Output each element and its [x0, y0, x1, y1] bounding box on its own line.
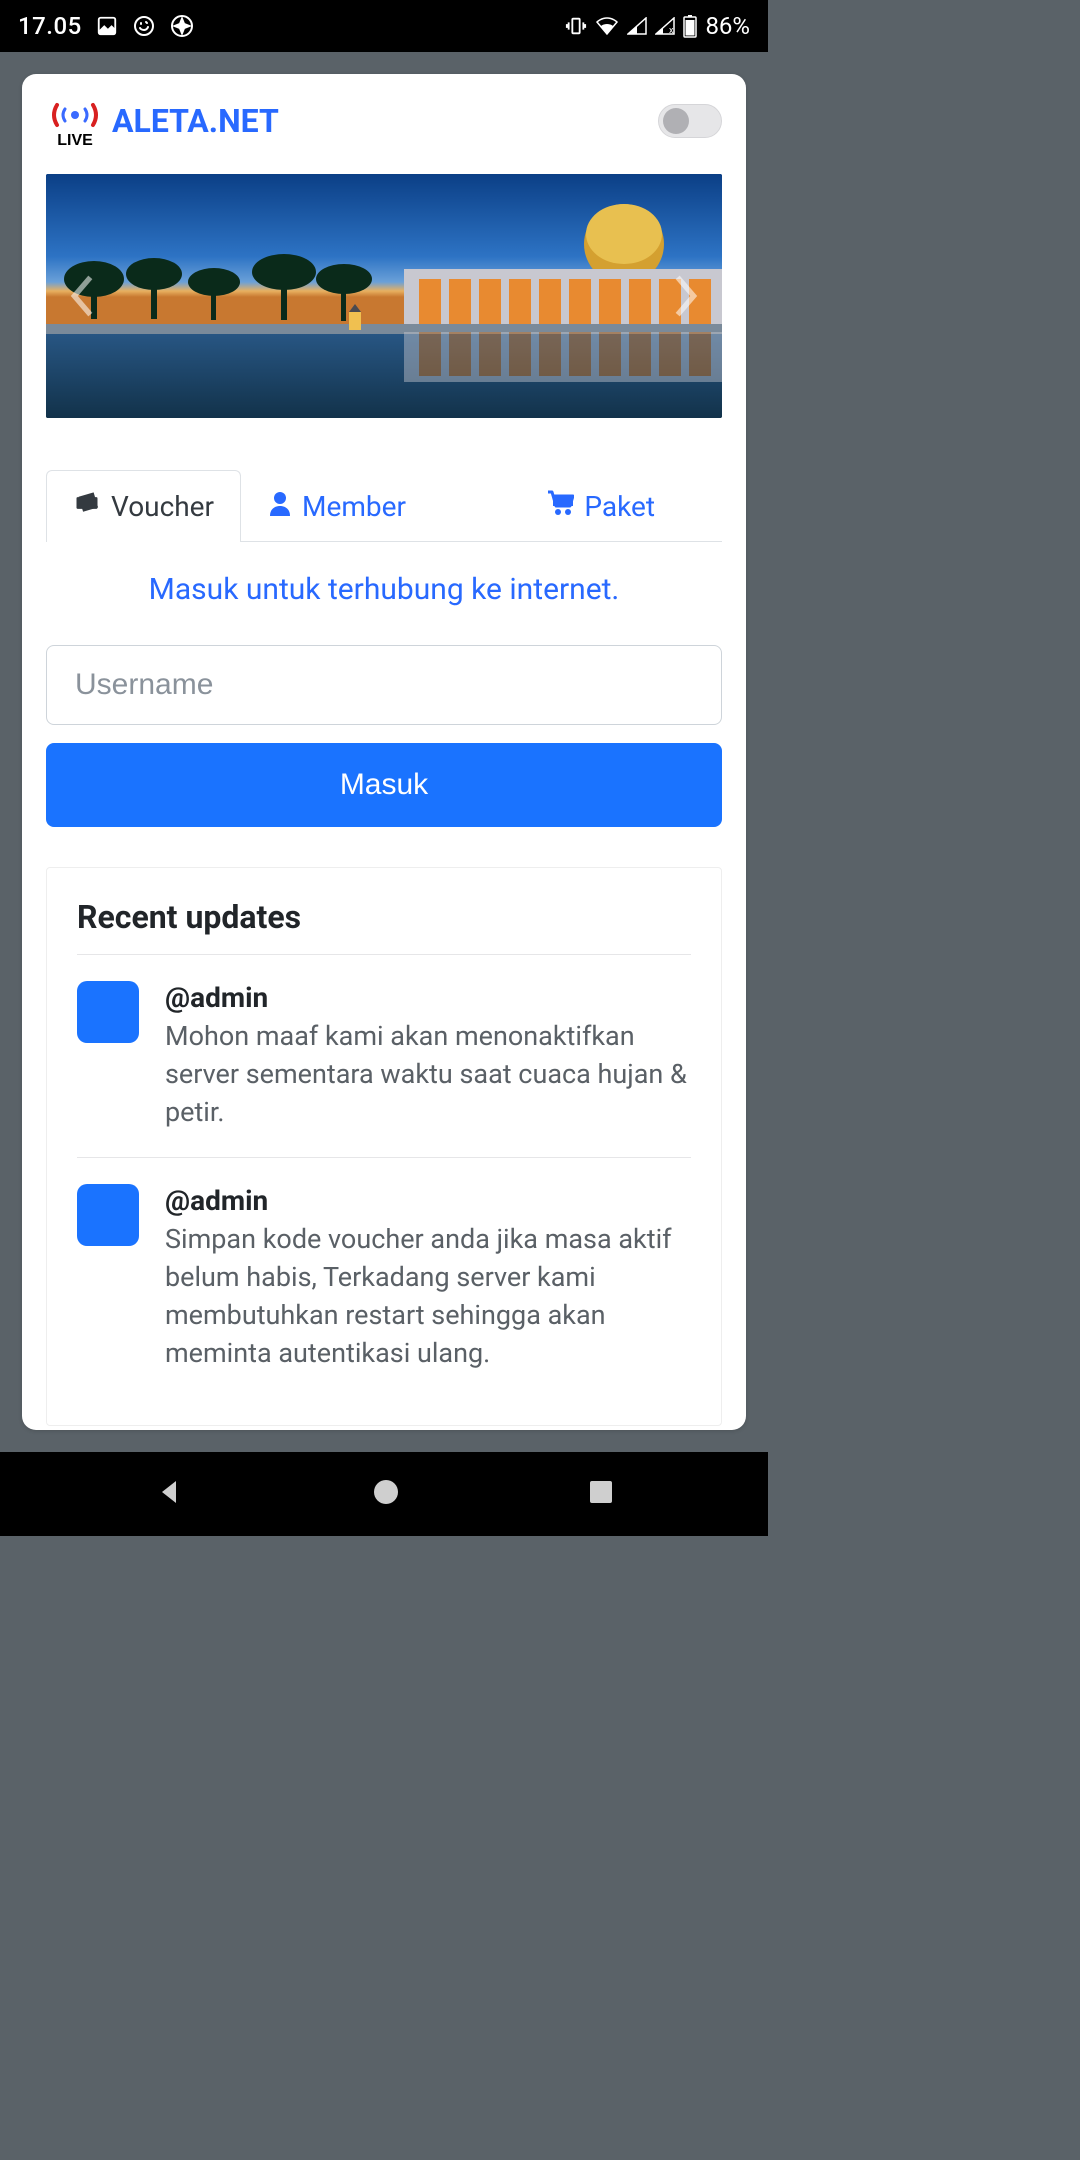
- tab-label: Member: [302, 490, 406, 523]
- camera-aperture-icon: [170, 14, 194, 38]
- android-status-bar: 17.05 x 86%: [0, 0, 768, 52]
- battery-percent: 86%: [705, 12, 750, 40]
- update-author: @admin: [165, 1184, 691, 1217]
- user-icon: [268, 490, 292, 523]
- carousel-next-button[interactable]: [670, 272, 704, 320]
- nav-recents-button[interactable]: [588, 1479, 614, 1509]
- carousel-prev-button[interactable]: [64, 272, 98, 320]
- dark-mode-toggle[interactable]: [658, 104, 722, 138]
- login-submit-button[interactable]: Masuk: [46, 743, 722, 827]
- main-card: LIVE ALETA.NET: [22, 74, 746, 1430]
- wifi-icon: [595, 16, 619, 36]
- update-item: @admin Simpan kode voucher anda jika mas…: [77, 1184, 691, 1398]
- avatar: [77, 1184, 139, 1246]
- page-content: LIVE ALETA.NET: [0, 52, 768, 1452]
- update-text: Mohon maaf kami akan menonaktifkan serve…: [165, 1018, 691, 1131]
- image-icon: [96, 15, 118, 37]
- cart-icon: [546, 490, 574, 523]
- signal-1-icon: [627, 17, 647, 35]
- battery-icon: [683, 14, 697, 38]
- nav-back-button[interactable]: [154, 1477, 184, 1511]
- tab-member[interactable]: Member: [241, 470, 433, 542]
- tab-label: Voucher: [111, 490, 214, 523]
- svg-text:x: x: [669, 26, 674, 35]
- nav-home-button[interactable]: [371, 1477, 401, 1511]
- login-tabs: Voucher Member Paket: [46, 470, 722, 542]
- recent-updates-title: Recent updates: [77, 898, 691, 955]
- android-nav-bar: [0, 1452, 768, 1536]
- tab-label: Paket: [584, 490, 655, 523]
- brand: LIVE ALETA.NET: [46, 94, 279, 148]
- status-time: 17.05: [18, 12, 82, 40]
- brand-logo-icon: LIVE: [46, 94, 104, 148]
- avatar: [77, 981, 139, 1043]
- tab-paket[interactable]: Paket: [519, 470, 682, 542]
- hero-carousel[interactable]: [46, 174, 722, 418]
- ticket-icon: [73, 489, 101, 524]
- update-author: @admin: [165, 981, 691, 1014]
- username-input[interactable]: [46, 645, 722, 725]
- toggle-knob: [663, 108, 689, 134]
- login-heading: Masuk untuk terhubung ke internet.: [46, 572, 722, 607]
- signal-2-icon: x: [655, 17, 675, 35]
- update-text: Simpan kode voucher anda jika masa aktif…: [165, 1221, 691, 1372]
- vibrate-icon: [565, 15, 587, 37]
- recent-updates-card: Recent updates @admin Mohon maaf kami ak…: [46, 867, 722, 1426]
- tab-voucher[interactable]: Voucher: [46, 470, 241, 542]
- whatsapp-icon: [132, 14, 156, 38]
- svg-text:LIVE: LIVE: [57, 132, 93, 147]
- update-item: @admin Mohon maaf kami akan menonaktifka…: [77, 981, 691, 1158]
- brand-title: ALETA.NET: [112, 102, 279, 140]
